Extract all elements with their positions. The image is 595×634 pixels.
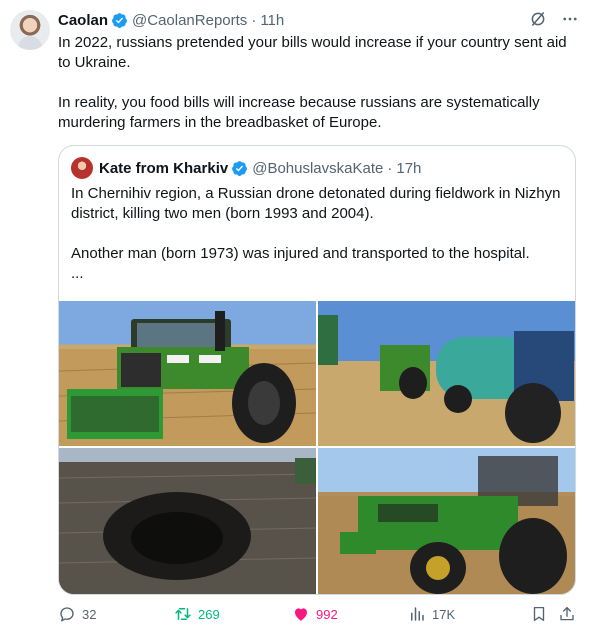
timestamp[interactable]: 11h — [260, 12, 284, 29]
retweet-icon — [175, 608, 191, 620]
like-button[interactable]: 992 — [292, 604, 338, 624]
tanker-illustration — [318, 315, 575, 446]
more-icon[interactable] — [561, 10, 579, 28]
quoted-timestamp[interactable]: 17h — [396, 160, 421, 177]
avatar[interactable] — [10, 10, 50, 50]
retweet-button[interactable]: 269 — [174, 604, 220, 624]
quoted-author-handle[interactable]: @BohuslavskaKate — [252, 160, 383, 177]
photo-grid — [59, 301, 575, 594]
heart-icon — [295, 608, 307, 621]
separator-dot: · — [251, 11, 257, 29]
tractor-front-photo[interactable] — [59, 301, 316, 446]
author-name[interactable]: Caolan — [58, 12, 108, 29]
top-right-actions — [529, 10, 579, 28]
views-icon — [411, 607, 424, 621]
quoted-paragraph-2: Another man (born 1973) was injured and … — [71, 245, 530, 262]
crater-illustration — [59, 458, 316, 594]
like-count: 992 — [316, 606, 338, 622]
blast-crater-photo[interactable] — [59, 448, 316, 594]
grok-icon[interactable] — [529, 10, 547, 28]
share-button[interactable] — [558, 604, 576, 624]
share-icon — [560, 606, 574, 621]
verified-badge-icon — [112, 12, 127, 28]
tractor-and-tanker-photo[interactable] — [318, 301, 575, 446]
quoted-tweet-header: Kate from Kharkiv @BohuslavskaKate · 17h — [71, 157, 421, 179]
bookmark-button[interactable] — [530, 604, 548, 624]
tweet[interactable]: Caolan @CaolanReports · 11h In 2022, rus… — [0, 0, 595, 634]
tweet-paragraph-2: In reality, you food bills will increase… — [58, 94, 540, 131]
views-button[interactable]: 17K — [408, 604, 455, 624]
quoted-tweet[interactable]: Kate from Kharkiv @BohuslavskaKate · 17h… — [58, 145, 576, 595]
author-handle[interactable]: @CaolanReports — [132, 12, 247, 29]
bookmark-icon — [533, 606, 545, 622]
quoted-avatar[interactable] — [71, 157, 93, 179]
tweet-header: Caolan @CaolanReports · 11h — [58, 10, 284, 30]
tweet-text: In 2022, russians pretended your bills w… — [58, 33, 578, 133]
show-more-ellipsis[interactable]: ... — [71, 264, 561, 284]
quoted-paragraph-1: In Chernihiv region, a Russian drone det… — [71, 185, 561, 222]
verified-badge-icon — [232, 160, 248, 176]
tractor-front-illustration — [59, 311, 316, 446]
reply-icon — [60, 607, 74, 622]
burned-tractor-photo[interactable] — [318, 448, 575, 594]
views-count: 17K — [432, 606, 456, 622]
reply-button[interactable]: 32 — [58, 604, 96, 624]
reply-count: 32 — [82, 606, 97, 622]
retweet-count: 269 — [198, 606, 220, 622]
separator-dot: · — [387, 159, 393, 177]
quoted-author-name[interactable]: Kate from Kharkiv — [99, 160, 228, 177]
burned-tractor-illustration — [318, 456, 575, 594]
quoted-tweet-text: In Chernihiv region, a Russian drone det… — [71, 184, 561, 284]
tweet-paragraph-1: In 2022, russians pretended your bills w… — [58, 34, 567, 71]
action-bar: 32 269 992 17K — [58, 604, 578, 624]
